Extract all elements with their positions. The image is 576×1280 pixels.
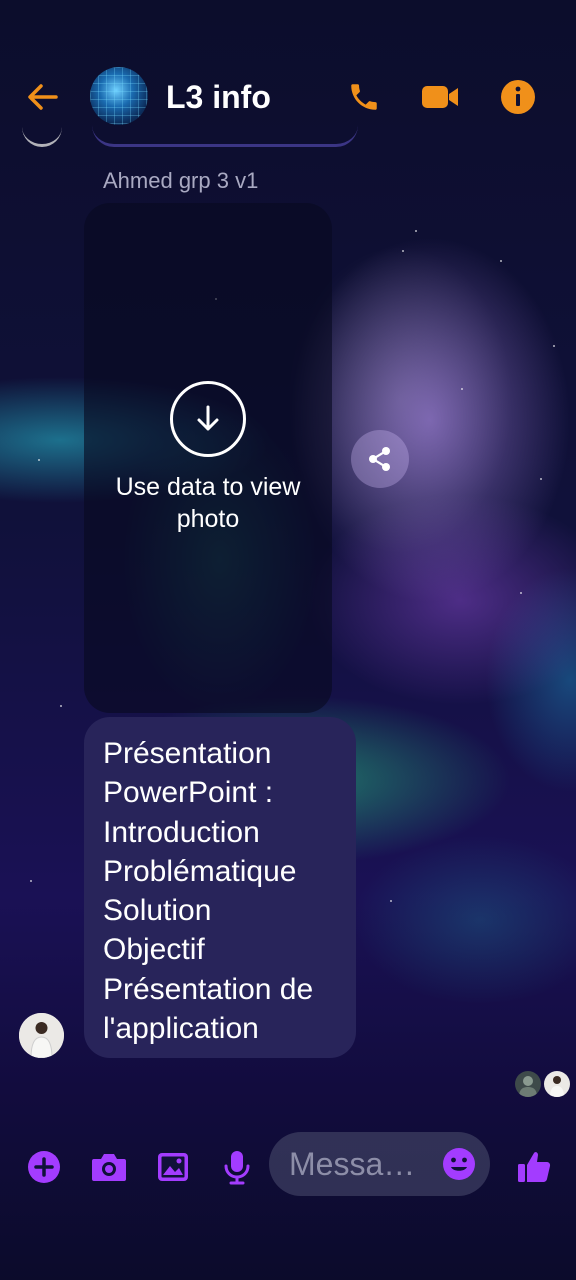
read-receipt-avatar [515,1071,541,1097]
like-button[interactable] [512,1145,556,1189]
message-line: Présentation de [103,972,314,1006]
star [520,592,522,594]
back-button[interactable] [24,79,64,115]
star [30,880,32,882]
star [500,260,502,262]
message-input[interactable]: Messa… [269,1132,490,1196]
photo-caption: Use data to view photo [115,473,301,533]
text-message-bubble[interactable]: Présentation PowerPoint : Introduction P… [84,717,356,1058]
star [415,230,417,232]
message-line: Problématique [103,854,297,888]
avatar-icon [544,1071,570,1097]
share-icon [369,447,390,471]
thumbs-up-icon [518,1152,551,1182]
star [38,459,40,461]
video-camera-icon [422,86,458,108]
read-receipt-avatar [544,1071,570,1097]
message-composer: Messa… [0,1125,576,1215]
info-icon [501,80,535,114]
avatar-icon [515,1071,541,1097]
conversation-info-button[interactable] [498,77,538,117]
star [540,478,542,480]
previous-avatar-edge [22,120,62,147]
more-actions-button[interactable] [22,1145,66,1189]
download-icon[interactable] [170,381,246,457]
star [402,250,404,252]
gallery-button[interactable] [151,1145,195,1189]
voice-message-button[interactable] [215,1145,259,1189]
previous-message-edge [92,110,358,147]
phone-icon [351,84,377,110]
message-input-placeholder: Messa… [289,1146,416,1182]
star [461,388,463,390]
camera-button[interactable] [87,1145,131,1189]
microphone-icon [224,1151,250,1185]
message-line: Objectif [103,933,205,967]
message-line: Introduction [103,815,260,849]
message-line: Solution [103,894,212,928]
arrow-down-glyph [197,405,219,431]
person-avatar-icon [19,1013,64,1058]
message-line: PowerPoint : [103,776,274,810]
message-line: l'application [103,1012,259,1046]
photo-message[interactable]: Use data to view photo [84,203,332,713]
plus-icon [28,1151,60,1183]
camera-icon [92,1154,126,1181]
emoji-icon [443,1148,475,1180]
image-icon [158,1153,188,1181]
emoji-button[interactable] [441,1146,477,1182]
video-call-button[interactable] [420,77,460,117]
message-line: Présentation [103,737,272,770]
star [390,900,392,902]
sender-avatar[interactable] [19,1013,64,1058]
star [553,345,555,347]
share-button[interactable] [351,430,409,488]
star [60,705,62,707]
sender-name: Ahmed grp 3 v1 [103,168,259,193]
arrow-left-icon [28,84,58,110]
